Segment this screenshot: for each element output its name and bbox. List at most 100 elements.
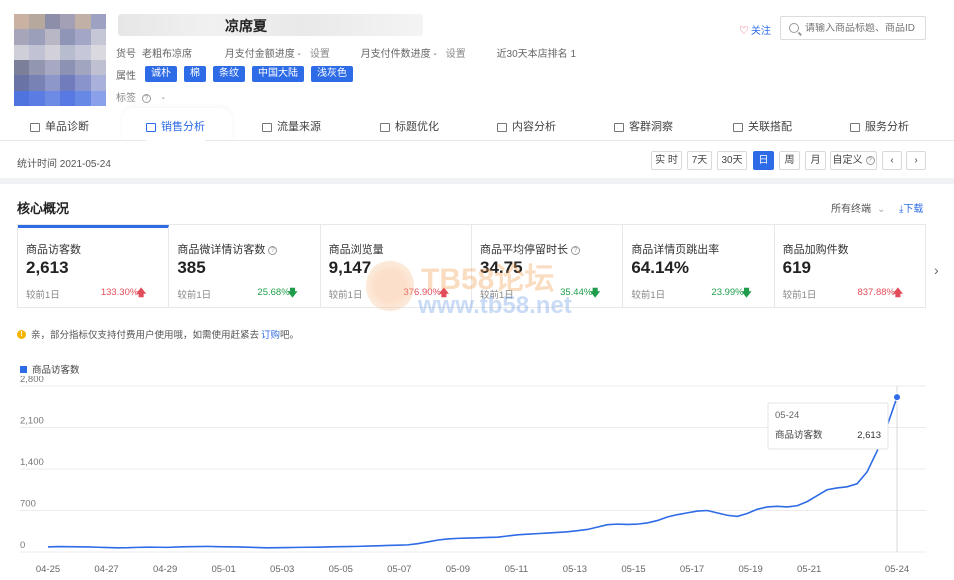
metric-card[interactable]: 商品详情页跳出率 64.14% 较前1日 23.99% 🡇 <box>623 225 775 307</box>
thumbnail-pixel <box>59 29 76 45</box>
metric-value: 619 <box>782 258 812 277</box>
arrow-down-icon: 🡇 <box>590 288 601 299</box>
headset-icon <box>850 122 860 132</box>
arrow-up-icon: 🡅 <box>438 288 449 299</box>
metric-card[interactable]: 商品微详情访客数? 385 较前1日 25.68% 🡇 <box>169 225 321 307</box>
period-7d-button[interactable]: 7天 <box>687 151 712 170</box>
compare-label: 较前1日 <box>26 290 60 301</box>
tab-label: 销售分析 <box>161 121 205 133</box>
item-no-value: 老粗布凉席 <box>142 49 192 60</box>
metric-card[interactable]: 商品浏览量 9,147 较前1日 376.90% 🡅 <box>321 225 472 307</box>
monthly-count-setting-link[interactable]: 设置 <box>446 49 466 60</box>
tab-traffic-source[interactable]: 流量来源 <box>262 113 321 141</box>
product-search-box[interactable] <box>780 16 926 40</box>
thumbnail-pixel <box>90 90 106 106</box>
tab-item-diagnosis[interactable]: 单品诊断 <box>30 113 89 141</box>
tooltip-date: 05-24 <box>775 410 799 421</box>
trend-icon <box>380 122 390 132</box>
chevron-right-icon[interactable]: › <box>934 262 939 278</box>
thumbnail-pixel <box>75 44 91 60</box>
x-tick-label: 05-15 <box>621 564 645 575</box>
monthly-amount-label: 月支付金额进度 - <box>224 49 301 60</box>
thumbnail-pixel <box>75 14 91 30</box>
compare-percent: 23.99% <box>711 287 744 298</box>
legend-swatch <box>20 365 27 373</box>
terminal-select[interactable]: 所有终端 ⌄ <box>831 200 885 215</box>
monthly-count-label: 月支付件数进度 - <box>360 49 437 60</box>
x-tick-label: 05-11 <box>505 564 529 575</box>
metric-card[interactable]: 商品访客数 2,613 较前1日 133.30% 🡅 <box>18 225 170 307</box>
monthly-amount-setting-link[interactable]: 设置 <box>310 49 330 60</box>
compare-percent: 25.68% <box>257 287 290 298</box>
period-30d-button[interactable]: 30天 <box>717 151 747 170</box>
thumbnail-pixel <box>90 59 106 76</box>
tab-label: 服务分析 <box>865 121 909 133</box>
thumbnail-pixel <box>29 29 45 45</box>
analysis-tabs: 单品诊断 销售分析 流量来源 标题优化 内容分析 客群洞察 关联搭配 服务分析 <box>0 113 954 141</box>
data-point <box>893 393 901 402</box>
period-week-button[interactable]: 周 <box>779 151 800 170</box>
download-button[interactable]: ⤓下载 <box>899 200 923 215</box>
metric-value: 64.14% <box>631 258 689 277</box>
tab-customer-insight[interactable]: 客群洞察 <box>614 113 673 141</box>
document-icon <box>497 122 507 132</box>
prev-date-button[interactable]: ‹ <box>882 151 902 170</box>
thumbnail-pixel <box>59 14 76 30</box>
tab-service-analysis[interactable]: 服务分析 <box>850 113 909 141</box>
help-icon: ? <box>865 156 875 165</box>
compare-percent: 133.30% <box>100 287 139 298</box>
thumbnail-pixel <box>44 14 60 30</box>
subscribe-link[interactable]: 订购 <box>261 327 280 341</box>
section-title: 核心概况 <box>17 201 70 216</box>
product-thumbnail[interactable] <box>14 14 106 106</box>
visitor-trend-chart[interactable]: 0 700 1,400 2,100 2,800 04-25 04-27 04-29 05-01 0… <box>0 376 954 580</box>
arrow-up-icon: 🡅 <box>136 288 147 299</box>
metric-name: 商品加购件数 <box>782 244 849 256</box>
compare-percent: 35.44% <box>560 287 593 298</box>
thumbnail-pixel <box>75 75 91 91</box>
attribute-row: 属性 诚朴 棉 条纹 中国大陆 浅灰色 <box>116 66 360 82</box>
help-icon[interactable]: ? <box>141 94 151 103</box>
next-date-button[interactable]: › <box>906 151 926 170</box>
notice-text: 亲，部分指标仅支持付费用户使用哦，如需使用赶紧去 <box>31 330 260 341</box>
y-tick-label: 2,800 <box>20 376 44 385</box>
thumbnail-pixel <box>44 75 60 91</box>
heart-icon: ♡ <box>739 25 749 37</box>
thumbnail-pixel <box>59 44 76 60</box>
tab-content-analysis[interactable]: 内容分析 <box>497 113 556 141</box>
tooltip-value: 2,613 <box>857 430 881 441</box>
help-icon[interactable]: ? <box>268 246 278 255</box>
shop-rank: 近30天本店排名 1 <box>496 49 577 60</box>
y-tick-label: 700 <box>20 499 36 510</box>
x-tick-label: 05-17 <box>680 564 704 575</box>
thumbnail-pixel <box>90 14 106 30</box>
tab-label: 内容分析 <box>512 121 556 133</box>
x-tick-label: 05-21 <box>797 564 821 575</box>
x-tick-label: 04-27 <box>94 564 118 575</box>
thumbnail-pixel <box>90 44 106 60</box>
thumbnail-pixel <box>14 29 30 45</box>
period-custom-button[interactable]: 自定义? <box>830 151 877 170</box>
period-realtime-button[interactable]: 实 时 <box>651 151 682 170</box>
product-meta-row: 货号 老粗布凉席 月支付金额进度 - 设置 月支付件数进度 - 设置 近30天本店排名… <box>116 45 582 60</box>
thumbnail-pixel <box>44 29 60 45</box>
period-day-button[interactable]: 日 <box>753 151 774 170</box>
period-month-button[interactable]: 月 <box>805 151 826 170</box>
metric-name: 商品浏览量 <box>328 244 384 256</box>
compare-percent: 837.88% <box>857 287 895 298</box>
thumbnail-pixel <box>14 59 30 76</box>
stat-time: 统计时间 2021-05-24 <box>17 159 111 170</box>
chart-legend[interactable]: 商品访客数 <box>20 362 80 376</box>
tab-sales-analysis[interactable]: 销售分析 <box>146 113 205 141</box>
product-search-input[interactable] <box>805 22 920 34</box>
tab-related-match[interactable]: 关联搭配 <box>733 113 792 141</box>
metric-card[interactable]: 商品加购件数 619 较前1日 837.88% 🡅 <box>775 225 925 307</box>
help-icon[interactable]: ? <box>570 246 580 255</box>
metric-value: 9,147 <box>328 258 372 277</box>
thumbnail-pixel <box>44 90 60 106</box>
follow-button[interactable]: ♡ 关注 <box>739 22 771 37</box>
metric-name: 商品访客数 <box>26 244 81 256</box>
metric-card[interactable]: 商品平均停留时长? 34.75 较前1日 35.44% 🡇 <box>472 225 624 307</box>
download-label: 下载 <box>903 204 924 215</box>
tab-title-optimize[interactable]: 标题优化 <box>380 113 439 141</box>
